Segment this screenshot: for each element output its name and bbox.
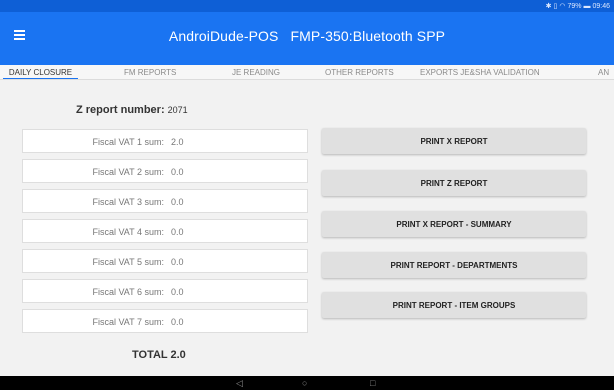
vat-row-6: Fiscal VAT 6 sum: 0.0 [22, 279, 308, 303]
z-report-label: Z report number: [76, 104, 165, 116]
z-report-value: 2071 [167, 105, 188, 115]
vat-row-4: Fiscal VAT 4 sum: 0.0 [22, 219, 308, 243]
z-report-number: Z report number: 2071 [76, 104, 188, 116]
tab-je-reading[interactable]: JE READING [232, 65, 280, 79]
tab-bar: DAILY CLOSURE FM REPORTS JE READING OTHE… [0, 65, 614, 80]
app-name: AndroiDude-POS [168, 28, 279, 44]
vibrate-icon: ▯ [553, 3, 558, 10]
vat-label: Fiscal VAT 3 sum: [92, 197, 164, 207]
tab-daily-closure[interactable]: DAILY CLOSURE [3, 65, 78, 79]
print-z-report-button[interactable]: PRINT Z REPORT [322, 170, 586, 196]
vat-row-1: Fiscal VAT 1 sum: 2.0 [22, 129, 308, 153]
tab-fm-reports[interactable]: FM REPORTS [124, 65, 176, 79]
vat-row-7: Fiscal VAT 7 sum: 0.0 [22, 309, 308, 333]
bluetooth-icon: ✱ [545, 3, 552, 10]
vat-row-2: Fiscal VAT 2 sum: 0.0 [22, 159, 308, 183]
vat-label: Fiscal VAT 2 sum: [92, 167, 164, 177]
tab-exports[interactable]: EXPORTS JE&SHA VALIDATION [420, 65, 540, 79]
print-x-report-summary-button[interactable]: PRINT X REPORT - SUMMARY [322, 211, 586, 237]
vat-value: 0.0 [171, 167, 184, 177]
home-icon[interactable]: ○ [302, 378, 307, 388]
battery-level: 79% [567, 2, 582, 10]
vat-value: 0.0 [171, 257, 184, 267]
print-x-report-button[interactable]: PRINT X REPORT [322, 128, 586, 154]
navigation-bar: ◁ ○ □ [0, 376, 614, 390]
vat-label: Fiscal VAT 4 sum: [92, 227, 164, 237]
back-icon[interactable]: ◁ [236, 378, 243, 388]
vat-value: 0.0 [171, 317, 184, 327]
vat-row-3: Fiscal VAT 3 sum: 0.0 [22, 189, 308, 213]
print-report-departments-button[interactable]: PRINT REPORT - DEPARTMENTS [322, 252, 586, 278]
vat-label: Fiscal VAT 5 sum: [92, 257, 164, 267]
status-bar: ✱ ▯ ◠ 79% ▬ 09:46 [0, 0, 614, 12]
app-title: AndroiDude-POS FMP-350:Bluetooth SPP [0, 28, 614, 44]
device-name: FMP-350:Bluetooth SPP [290, 28, 446, 44]
vat-label: Fiscal VAT 7 sum: [92, 317, 164, 327]
recents-icon[interactable]: □ [370, 378, 375, 388]
tab-analytics[interactable]: AN [598, 65, 609, 79]
print-report-item-groups-button[interactable]: PRINT REPORT - ITEM GROUPS [322, 292, 586, 318]
battery-icon: ▬ [583, 2, 591, 10]
tab-other-reports[interactable]: OTHER REPORTS [325, 65, 394, 79]
vat-label: Fiscal VAT 1 sum: [92, 137, 164, 147]
vat-row-5: Fiscal VAT 5 sum: 0.0 [22, 249, 308, 273]
total-label: TOTAL 2.0 [132, 349, 186, 361]
vat-value: 2.0 [171, 137, 184, 147]
vat-label: Fiscal VAT 6 sum: [92, 287, 164, 297]
app-bar: AndroiDude-POS FMP-350:Bluetooth SPP [0, 12, 614, 65]
status-time: 09:46 [592, 2, 610, 10]
vat-value: 0.0 [171, 287, 184, 297]
vat-value: 0.0 [171, 227, 184, 237]
vat-value: 0.0 [171, 197, 184, 207]
wifi-icon: ◠ [559, 3, 566, 10]
